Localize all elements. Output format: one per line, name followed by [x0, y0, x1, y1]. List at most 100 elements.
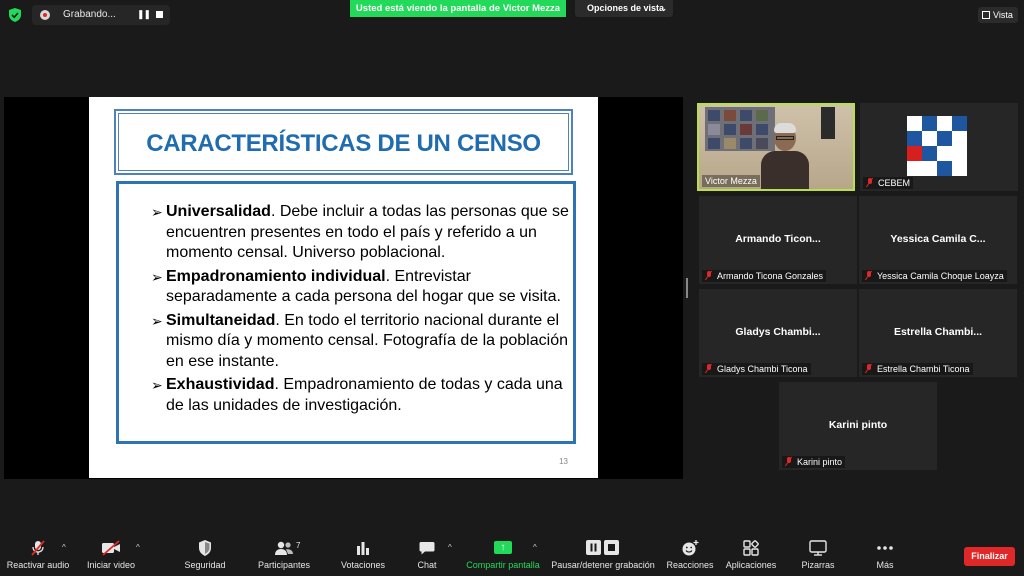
- arrow-bullet-icon: ➢: [151, 268, 163, 285]
- participants-count: 7: [296, 541, 301, 550]
- participant-display-name: Armando Ticon...: [735, 233, 821, 245]
- smiley-plus-icon: [682, 540, 699, 556]
- share-screen-button[interactable]: ↑ Compartir pantalla: [462, 533, 544, 576]
- chevron-down-icon: ⌄: [660, 4, 667, 13]
- start-video-button[interactable]: Iniciar video: [80, 533, 142, 576]
- video-options-caret[interactable]: ^: [136, 543, 140, 552]
- bullet-term: Simultaneidad: [166, 311, 276, 329]
- whiteboard-icon: [809, 540, 827, 556]
- apps-label: Aplicaciones: [725, 560, 777, 570]
- audio-options-caret[interactable]: ^: [62, 543, 66, 552]
- slide-bullet: ➢ Universalidad. Debe incluir a todas la…: [151, 202, 571, 264]
- slide-bullet: ➢ Exhaustividad. Empadronamiento de toda…: [151, 375, 571, 416]
- participant-label: Victor Mezza: [702, 175, 760, 187]
- slide-body-box: ➢ Universalidad. Debe incluir a todas la…: [116, 181, 576, 444]
- screen-share-banner: Usted está viendo la pantalla de Victor …: [350, 0, 566, 17]
- mic-muted-icon: [31, 540, 45, 556]
- participant-tile-armando[interactable]: Armando Ticon... Armando Ticona Gonzales: [699, 196, 857, 284]
- participant-label: CEBEM: [863, 177, 914, 189]
- participant-label: Armando Ticona Gonzales: [702, 270, 827, 282]
- unmute-button[interactable]: Reactivar audio: [4, 533, 72, 576]
- pause-stop-recording-label: Pausar/detener grabación: [551, 560, 655, 570]
- arrow-bullet-icon: ➢: [151, 204, 163, 220]
- recording-dot-icon: [40, 10, 50, 20]
- reactions-label: Reacciones: [666, 560, 714, 570]
- participant-label: Karini pinto: [782, 456, 846, 468]
- chat-button[interactable]: Chat: [410, 533, 444, 576]
- participant-tile-karini[interactable]: Karini pinto Karini pinto: [779, 382, 937, 470]
- participants-label: Participantes: [257, 560, 311, 570]
- participant-label: Estrella Chambi Ticona: [862, 363, 973, 375]
- view-options-label: Opciones de vista: [587, 3, 665, 13]
- view-button-label: Vista: [993, 10, 1013, 20]
- participant-label: Yessica Camila Choque Loayza: [862, 270, 1007, 282]
- meeting-toolbar: Reactivar audio ^ Iniciar video ^ Seguri…: [0, 533, 1024, 576]
- more-button[interactable]: Más: [866, 533, 904, 576]
- bullet-term: Universalidad: [166, 203, 271, 220]
- reactions-button[interactable]: Reacciones: [664, 533, 716, 576]
- view-button[interactable]: Vista: [978, 7, 1018, 23]
- bar-chart-icon: [357, 542, 369, 555]
- security-button[interactable]: Seguridad: [180, 533, 230, 576]
- security-label: Seguridad: [184, 560, 226, 570]
- end-meeting-button[interactable]: Finalizar: [964, 547, 1015, 566]
- slide-title-box: CARACTERÍSTICAS DE UN CENSO: [114, 109, 573, 175]
- shield-check-icon[interactable]: [8, 8, 22, 22]
- speech-bubble-icon: [419, 542, 435, 555]
- mic-muted-icon: [865, 364, 873, 373]
- presentation-slide: CARACTERÍSTICAS DE UN CENSO ➢ Universali…: [89, 97, 598, 478]
- slide-page-number: 13: [559, 457, 568, 466]
- participant-display-name: Gladys Chambi...: [735, 326, 821, 338]
- participant-tile-cebem[interactable]: CEBEM: [860, 103, 1018, 191]
- people-icon: [275, 541, 293, 555]
- participant-person: [761, 123, 809, 189]
- pause-stop-recording-button[interactable]: Pausar/detener grabación: [550, 533, 656, 576]
- bullet-term: Empadronamiento individual: [166, 267, 386, 285]
- participant-tile-gladys[interactable]: Gladys Chambi... Gladys Chambi Ticona: [699, 289, 857, 377]
- whiteboards-button[interactable]: Pizarras: [796, 533, 840, 576]
- arrow-bullet-icon: ➢: [151, 377, 163, 393]
- share-screen-label: Compartir pantalla: [466, 560, 540, 570]
- slide-bullet: ➢ Simultaneidad. En todo el territorio n…: [151, 311, 571, 373]
- grid-view-icon: [982, 11, 990, 19]
- slide-title: CARACTERÍSTICAS DE UN CENSO: [146, 130, 541, 157]
- mic-muted-icon: [705, 271, 713, 280]
- polls-button[interactable]: Votaciones: [336, 533, 390, 576]
- polls-label: Votaciones: [340, 560, 386, 570]
- slide-bullet-list: ➢ Universalidad. Debe incluir a todas la…: [151, 202, 571, 419]
- apps-button[interactable]: Aplicaciones: [722, 533, 780, 576]
- recording-label: Grabando...: [63, 9, 116, 20]
- chat-options-caret[interactable]: ^: [448, 543, 452, 552]
- slide-bullet: ➢ Empadronamiento individual. Entrevista…: [151, 267, 571, 308]
- shield-icon: [199, 540, 211, 556]
- participants-button[interactable]: 7 Participantes: [252, 533, 316, 576]
- apps-icon: [743, 540, 759, 556]
- cebem-logo: [907, 116, 967, 176]
- stop-recording-button[interactable]: [156, 11, 163, 18]
- view-options-button[interactable]: Opciones de vista ⌄: [575, 0, 673, 17]
- top-bar: Grabando... ❚❚ Usted está viendo la pant…: [0, 0, 1024, 30]
- mic-muted-icon: [785, 457, 793, 466]
- recording-indicator: Grabando... ❚❚: [32, 5, 170, 25]
- pause-recording-button[interactable]: ❚❚: [137, 9, 151, 20]
- more-label: Más: [876, 560, 894, 570]
- participant-tile-yessica[interactable]: Yessica Camila C... Yessica Camila Choqu…: [859, 196, 1017, 284]
- video-off-icon: [102, 540, 120, 556]
- arrow-bullet-icon: ➢: [151, 312, 163, 329]
- whiteboards-label: Pizarras: [801, 560, 835, 570]
- share-screen-icon: ↑: [494, 541, 512, 554]
- start-video-label: Iniciar video: [86, 560, 136, 570]
- more-dots-icon: [877, 546, 893, 550]
- mic-muted-icon: [705, 364, 713, 373]
- participant-display-name: Karini pinto: [828, 419, 888, 431]
- participant-tile-estrella[interactable]: Estrella Chambi... Estrella Chambi Ticon…: [859, 289, 1017, 377]
- chat-label: Chat: [417, 560, 437, 570]
- pause-stop-icon: [586, 540, 619, 555]
- participant-display-name: Yessica Camila C...: [890, 233, 986, 245]
- bullet-term: Exhaustividad: [166, 376, 275, 393]
- mic-muted-icon: [866, 178, 874, 187]
- panel-resize-handle[interactable]: [686, 278, 688, 298]
- participant-display-name: Estrella Chambi...: [893, 326, 983, 338]
- participant-tile-victor[interactable]: Victor Mezza: [697, 103, 855, 191]
- share-options-caret[interactable]: ^: [533, 543, 537, 552]
